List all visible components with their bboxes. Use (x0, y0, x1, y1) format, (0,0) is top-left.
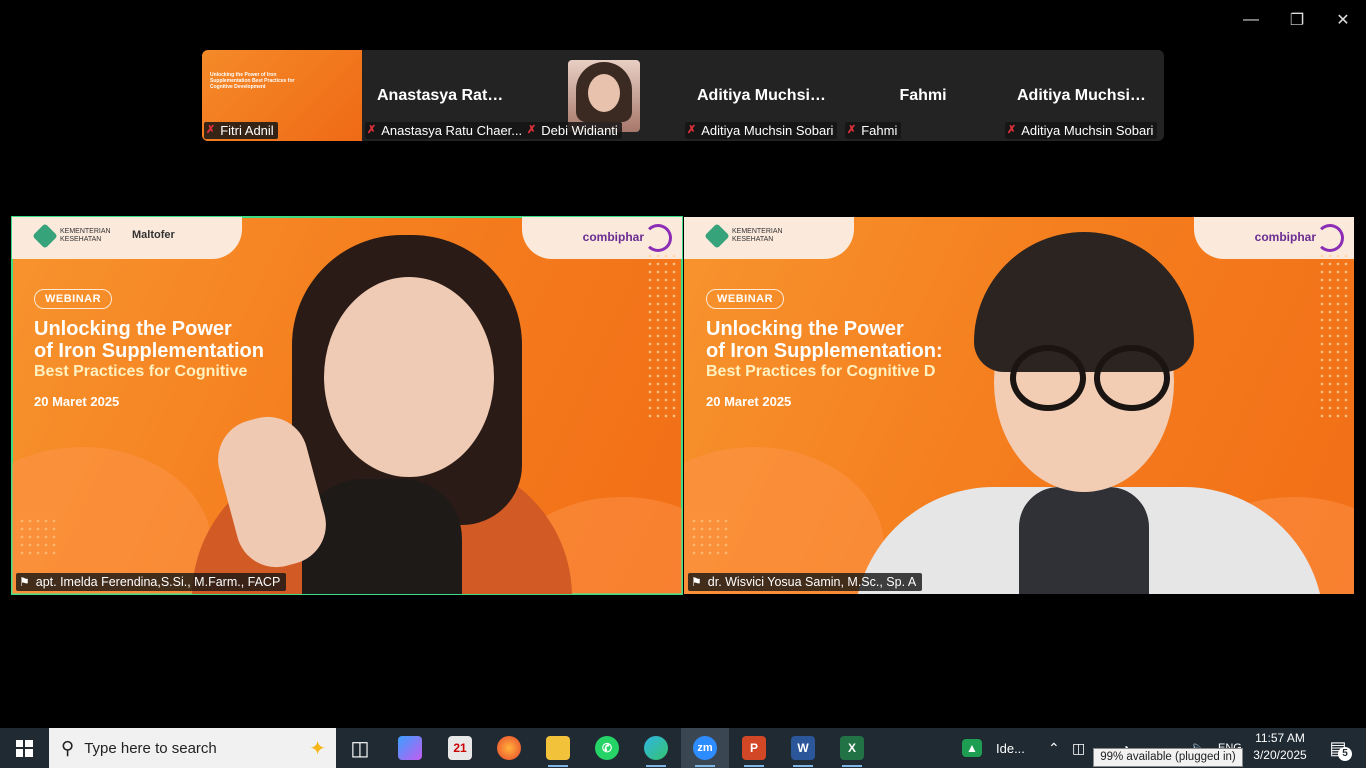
zoom-icon[interactable]: zm (681, 728, 729, 768)
tray-app-label: Ide... (996, 740, 1025, 756)
zoom-label: zm (693, 736, 717, 760)
file-explorer-icon[interactable] (534, 728, 582, 768)
participant-label: ✗ Anastasya Ratu Chaer... (365, 122, 527, 139)
firefox-icon[interactable] (485, 728, 533, 768)
battery-tooltip: 99% available (plugged in) (1093, 748, 1243, 767)
participant-label: ✗ Fahmi (845, 122, 902, 139)
participant-strip: Unlocking the Power of Iron Supplementat… (202, 50, 1164, 141)
participant-tile[interactable]: ✗ Debi Widianti (523, 50, 683, 141)
search-icon: ⚲ (61, 737, 75, 758)
slide-title: Unlocking the Power (706, 318, 904, 340)
task-view-icon[interactable]: ◫ (336, 728, 384, 768)
speaker-name: apt. Imelda Ferendina,S.Si., M.Farm., FA… (35, 575, 281, 589)
speaker-video-tile[interactable]: KEMENTERIAN KESEHATAN Maltofer combiphar … (11, 216, 683, 595)
start-button[interactable] (0, 728, 48, 768)
slide-subtitle: Best Practices for Cognitive D (706, 363, 936, 380)
participant-label: ✗ Debi Widianti (525, 122, 622, 139)
ministry-logo (32, 223, 58, 249)
thumbnail-title: Unlocking the Power of Iron Supplementat… (210, 72, 295, 90)
slide-date: 20 Maret 2025 (34, 394, 120, 409)
participant-label: ✗ Aditiya Muchsin Sobari (1005, 122, 1158, 139)
tray-app-icon: ▲ (962, 739, 982, 757)
mic-muted-icon: ✗ (1007, 124, 1017, 136)
tray-app[interactable]: ▲ Ide... (962, 728, 1025, 768)
participant-tile[interactable]: Anastasya Ratu... ✗ Anastasya Ratu Chaer… (363, 50, 527, 141)
speaker-name: dr. Wisvici Yosua Samin, M.Sc., Sp. A (707, 575, 917, 589)
participant-name: Fitri Adnil (220, 123, 274, 138)
participant-display-name: Aditiya Muchsin... (697, 87, 834, 104)
word-letter: W (791, 736, 815, 760)
participant-label: ✗ Fitri Adnil (204, 122, 278, 139)
webinar-tag: WEBINAR (706, 289, 785, 309)
host-icon: ⚑ (691, 575, 702, 589)
mic-muted-icon: ✗ (847, 124, 857, 136)
system-clock[interactable]: 11:57 AM 3/20/2025 (1248, 730, 1312, 764)
participant-tile[interactable]: Aditiya Muchsin... ✗ Aditiya Muchsin Sob… (683, 50, 843, 141)
mic-muted-icon: ✗ (367, 124, 377, 136)
clock-time: 11:57 AM (1255, 731, 1305, 745)
close-icon[interactable]: ✕ (1328, 8, 1358, 32)
mic-muted-icon: ✗ (206, 124, 216, 136)
excel-letter: X (840, 736, 864, 760)
sponsor-logo: Maltofer (132, 229, 175, 241)
excel-icon[interactable]: X (828, 728, 876, 768)
powerpoint-icon[interactable]: P (730, 728, 778, 768)
chevron-up-icon[interactable]: ⌃ (1048, 728, 1060, 768)
slide-title-line2: of Iron Supplementation (34, 340, 264, 362)
copilot-icon[interactable] (386, 728, 434, 768)
calendar-app-icon[interactable]: 21 (436, 728, 484, 768)
edge-icon[interactable] (632, 728, 680, 768)
word-icon[interactable]: W (779, 728, 827, 768)
speaker-video-tile[interactable]: KEMENTERIAN KESEHATAN combiphar WEBINAR U… (684, 217, 1354, 594)
slide-title: Unlocking the Power (34, 318, 232, 340)
participant-name: Aditiya Muchsin Sobari (701, 123, 834, 138)
participant-tile[interactable]: Aditiya Muchsin... ✗ Aditiya Muchsin Sob… (1003, 50, 1164, 141)
speaker-name-label: ⚑ dr. Wisvici Yosua Samin, M.Sc., Sp. A (688, 573, 923, 591)
brand-swirl-icon (1316, 224, 1344, 252)
slide-date: 20 Maret 2025 (706, 394, 792, 409)
participant-display-name: Anastasya Ratu... (377, 87, 511, 104)
slide-subtitle: Best Practices for Cognitive (34, 363, 248, 380)
participant-name: Anastasya Ratu Chaer... (381, 123, 523, 138)
battery-icon[interactable]: ◫ (1072, 728, 1085, 768)
search-placeholder: Type here to search (84, 739, 217, 757)
slide-title-line2: of Iron Supplementation: (706, 340, 943, 362)
powerpoint-letter: P (742, 736, 766, 760)
whatsapp-icon[interactable]: ✆ (583, 728, 631, 768)
notification-badge: 5 (1338, 747, 1352, 761)
mic-muted-icon: ✗ (527, 124, 537, 136)
mic-muted-icon: ✗ (687, 124, 697, 136)
participant-display-name: Fahmi (899, 87, 947, 104)
brand-logo: combiphar (582, 230, 644, 244)
windows-icon (15, 739, 33, 757)
ministry-logo (704, 223, 730, 249)
participant-label: ✗ Aditiya Muchsin Sobari (685, 122, 838, 139)
brand-logo: combiphar (1254, 230, 1316, 244)
speaker-name-label: ⚑ apt. Imelda Ferendina,S.Si., M.Farm., … (16, 573, 287, 591)
minimize-icon[interactable]: — (1236, 8, 1266, 32)
webinar-tag: WEBINAR (34, 289, 113, 309)
copilot-sparkle-icon: ✦ (309, 738, 326, 760)
participant-tile[interactable]: Unlocking the Power of Iron Supplementat… (202, 50, 363, 141)
restore-icon[interactable]: ❐ (1282, 8, 1312, 32)
host-icon: ⚑ (19, 575, 30, 589)
participant-name: Fahmi (861, 123, 898, 138)
slide-logo-bar: KEMENTERIAN KESEHATAN Maltofer (12, 217, 242, 259)
taskbar-search[interactable]: ⚲ Type here to search ✦ (49, 728, 336, 768)
participant-display-name: Aditiya Muchsin... (1017, 87, 1154, 104)
slide-logo-bar: KEMENTERIAN KESEHATAN (684, 217, 854, 259)
glasses-icon (1010, 345, 1086, 411)
notification-icon[interactable]: ▤ 5 (1318, 728, 1358, 768)
participant-name: Debi Widianti (541, 123, 618, 138)
participant-name: Aditiya Muchsin Sobari (1021, 123, 1154, 138)
brand-swirl-icon (644, 224, 672, 252)
participant-tile[interactable]: Fahmi ✗ Fahmi (843, 50, 1003, 141)
clock-date: 3/20/2025 (1253, 748, 1307, 762)
